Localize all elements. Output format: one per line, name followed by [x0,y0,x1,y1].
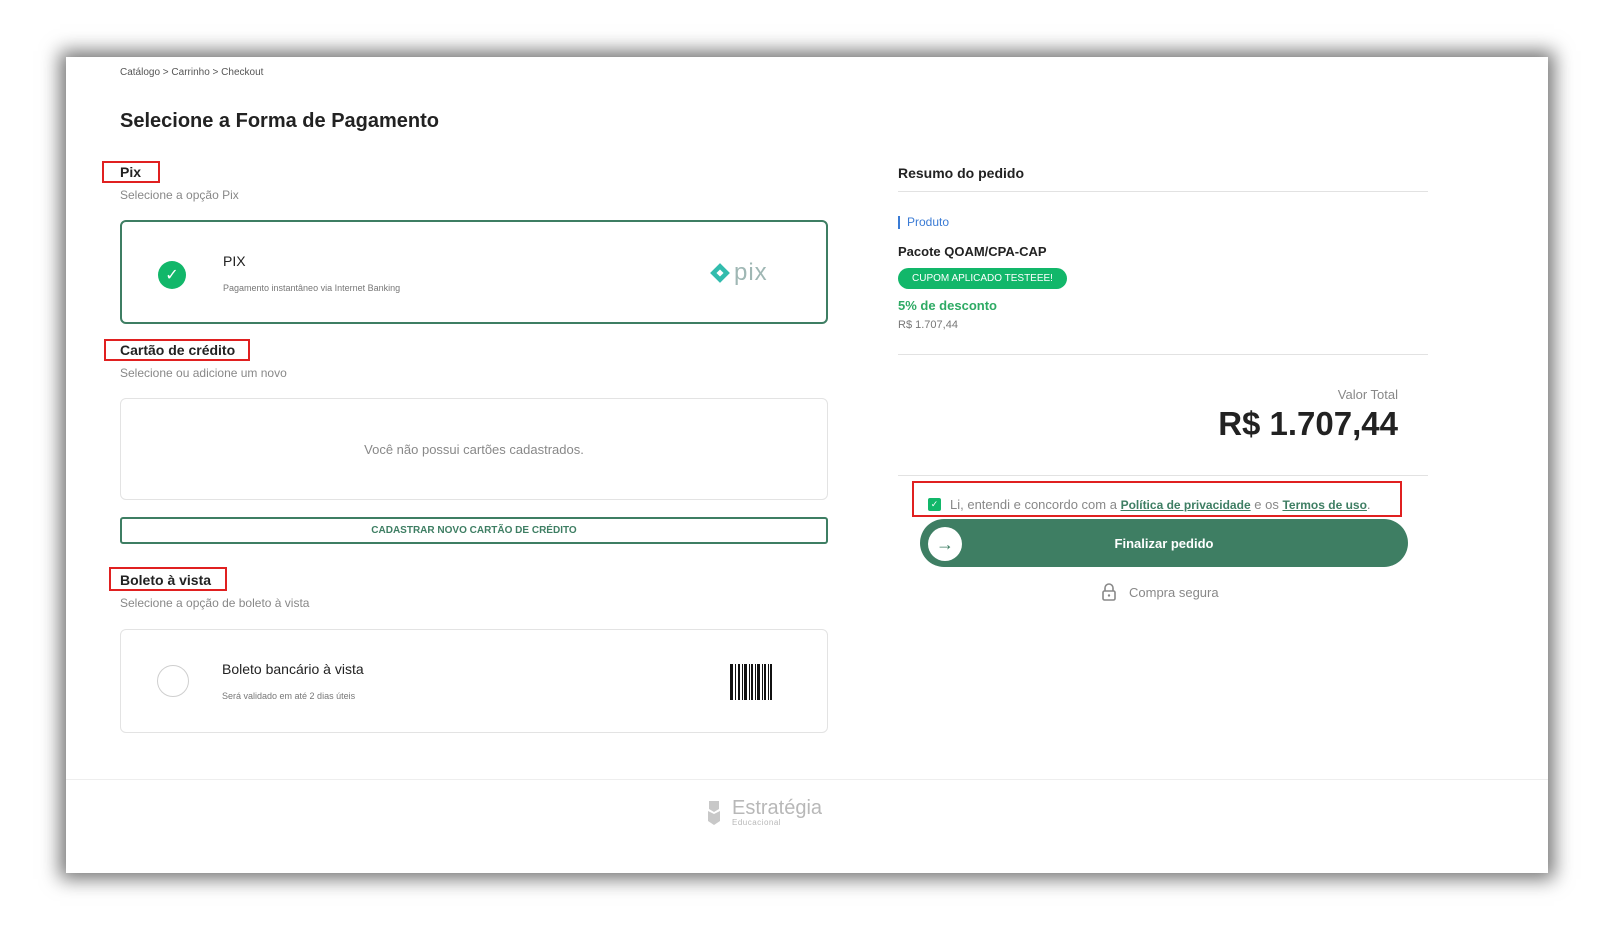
summary-divider-middle [898,354,1428,355]
check-icon: ✓ [158,261,186,289]
boleto-section-subtitle: Selecione a opção de boleto à vista [120,596,310,610]
boleto-radio[interactable] [157,665,189,697]
pix-option-desc: Pagamento instantâneo via Internet Banki… [223,283,401,293]
secure-purchase: Compra segura [1101,583,1219,601]
add-card-button[interactable]: CADASTRAR NOVO CARTÃO DE CRÉDITO [120,517,828,544]
summary-divider-bottom [898,475,1428,476]
footer-brand: Estratégia [732,797,823,819]
privacy-policy-link[interactable]: Política de privacidade [1121,498,1251,512]
total-label: Valor Total [1337,387,1398,402]
terms-text-before: Li, entendi e concordo com a [950,497,1117,512]
arrow-right-icon: → [928,527,962,561]
total-value: R$ 1.707,44 [1218,405,1398,442]
boleto-option-title: Boleto bancário à vista [222,661,364,677]
product-name: Pacote QOAM/CPA-CAP [898,244,1047,259]
product-label: Produto [898,216,949,229]
lock-icon [1101,583,1117,601]
pix-section-subtitle: Selecione a opção Pix [120,188,239,202]
boleto-option-desc: Será validado em até 2 dias úteis [222,691,356,701]
finalize-order-button[interactable]: Finalizar pedido → [920,519,1408,567]
owl-logo-icon [706,799,722,827]
pix-option-card[interactable]: ✓ PIX Pagamento instantâneo via Internet… [120,220,828,324]
product-price: R$ 1.707,44 [898,319,958,331]
coupon-badge: CUPOM APLICADO TESTEEE! [898,268,1067,289]
boleto-section-title: Boleto à vista [120,572,212,588]
page-title: Selecione a Forma de Pagamento [120,110,439,132]
pix-logo-icon: pix [709,259,768,286]
summary-divider-top [898,191,1428,192]
footer-brand-sub: Educacional [732,818,782,827]
terms-row: ✓ Li, entendi e concordo com a Política … [928,497,1371,512]
barcode-icon [730,664,772,705]
terms-text-after: . [1366,497,1371,512]
pix-logo-text: pix [734,259,768,286]
card-empty-box: Você não possui cartões cadastrados. [120,398,828,500]
finalize-order-label: Finalizar pedido [1114,535,1214,551]
footer-divider [66,779,1548,780]
boleto-option-card[interactable]: Boleto bancário à vista Será validado em… [120,629,828,733]
card-section-subtitle: Selecione ou adicione um novo [120,366,287,380]
summary-title: Resumo do pedido [898,165,1024,181]
terms-of-use-link[interactable]: Termos de uso [1282,498,1366,512]
secure-purchase-label: Compra segura [1129,584,1219,600]
pix-option-title: PIX [223,253,246,269]
footer-logo: Estratégia Educacional [706,798,822,827]
discount-label: 5% de desconto [898,298,997,313]
card-section-title: Cartão de crédito [120,342,236,358]
pix-section-title: Pix [120,164,142,180]
breadcrumb[interactable]: Catálogo > Carrinho > Checkout [120,67,263,78]
terms-checkbox[interactable]: ✓ [928,498,941,511]
checkout-page: Catálogo > Carrinho > Checkout Selecione… [66,57,1548,873]
card-empty-message: Você não possui cartões cadastrados. [364,441,584,457]
terms-text-middle: e os [1254,497,1279,512]
